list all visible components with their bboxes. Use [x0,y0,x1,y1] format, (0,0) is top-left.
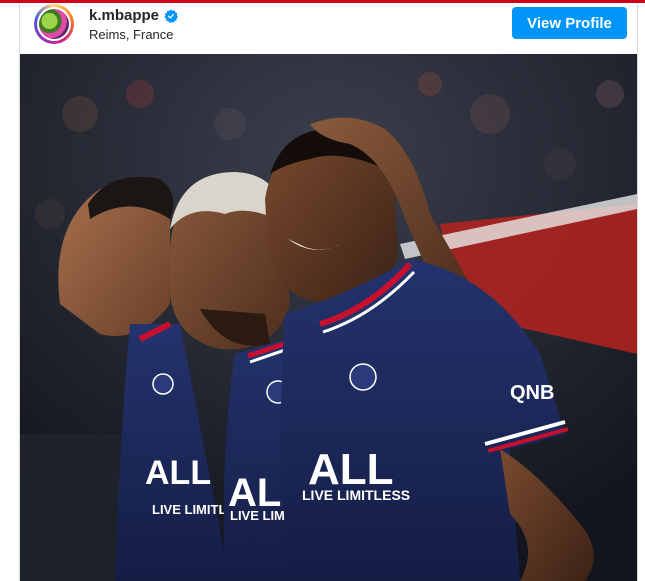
username[interactable]: k.mbappe [89,7,159,24]
view-profile-button[interactable]: View Profile [512,7,627,39]
post-header: k.mbappe Reims, France View Profile [20,3,637,54]
verified-badge-icon [164,8,179,23]
instagram-embed-card: k.mbappe Reims, France View Profile ALL … [19,3,638,581]
svg-text:QNB: QNB [510,382,554,404]
profile-avatar[interactable] [34,4,74,44]
svg-text:ALL: ALL [145,454,211,492]
avatar-image [39,9,69,39]
avatar-ring-gap [37,7,71,41]
photo-illustration: ALL LIVE LIMITLESS ALL LIVE LIMITLESS QN… [20,54,637,581]
username-row[interactable]: k.mbappe [89,7,179,24]
svg-text:LIVE LIMITLESS: LIVE LIMITLESS [302,487,410,503]
post-photo[interactable]: ALL LIVE LIMITLESS ALL LIVE LIMITLESS QN… [20,54,637,581]
location-label[interactable]: Reims, France [89,27,174,42]
